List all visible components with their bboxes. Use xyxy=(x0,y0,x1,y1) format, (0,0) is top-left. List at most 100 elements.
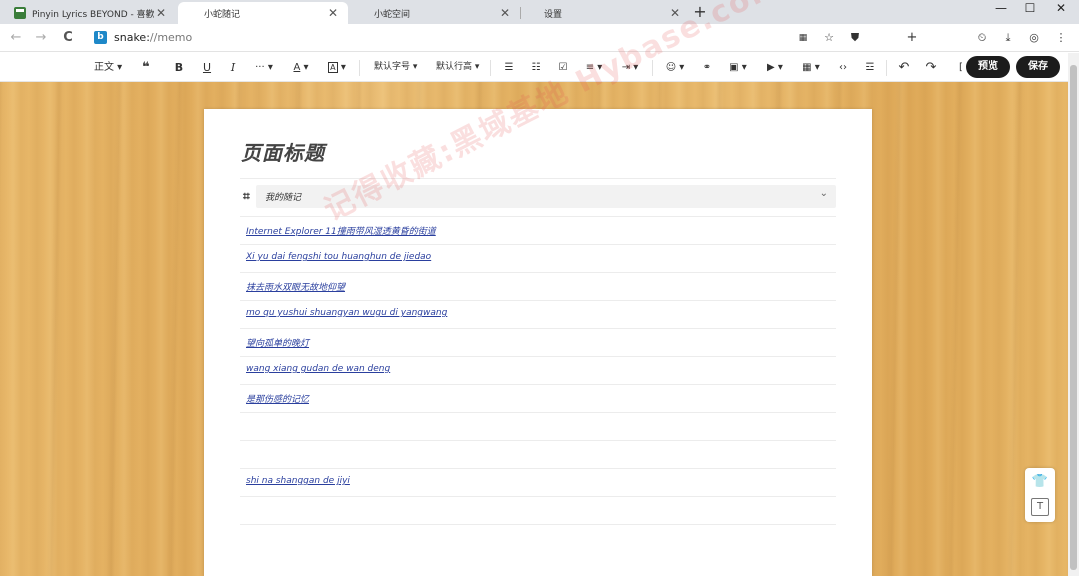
tab-settings[interactable]: 设置 ✕ xyxy=(522,2,690,24)
lyric-line[interactable]: 抹去雨水双眼无故地仰望 xyxy=(246,280,345,293)
lyric-line[interactable]: 望向孤单的晚灯 xyxy=(246,336,309,349)
fullscreen-icon[interactable]: [ xyxy=(957,59,965,76)
toolbar-divider xyxy=(886,60,887,76)
bold-button[interactable]: B xyxy=(172,59,186,76)
bookmark-star-icon[interactable]: ☆ xyxy=(820,29,838,47)
tab-title: 设置 xyxy=(544,9,563,20)
bullet-list-icon[interactable]: ☰ xyxy=(502,59,516,76)
lyric-line[interactable]: Internet Explorer 11撞雨带风湿透黄昏的街道 xyxy=(246,224,436,237)
theme-shirt-icon[interactable]: 👕 xyxy=(1031,473,1049,491)
scrollbar-thumb[interactable] xyxy=(1070,65,1077,570)
tab-snake-space[interactable]: 小蛇空间 ✕ xyxy=(350,2,520,24)
row-divider xyxy=(240,328,836,329)
qr-code-icon[interactable]: ▦ xyxy=(794,29,812,47)
row-divider xyxy=(240,496,836,497)
toolbar-divider xyxy=(652,60,653,76)
download-icon[interactable]: ⤓ xyxy=(999,29,1017,47)
paragraph-style-label: 正文 xyxy=(94,62,114,73)
window-minimize-button[interactable]: — xyxy=(985,0,1017,18)
site-favicon-icon xyxy=(14,7,26,19)
checklist-icon[interactable]: ☑ xyxy=(556,59,570,76)
text-mode-icon[interactable]: T xyxy=(1031,498,1049,516)
background-color-dropdown[interactable]: A ▾ xyxy=(326,59,348,76)
more-format-label: ··· xyxy=(255,62,265,73)
title-underline xyxy=(240,178,836,179)
tab-close-icon[interactable]: ✕ xyxy=(498,6,512,20)
line-height-label: 默认行高 xyxy=(436,62,473,72)
row-divider xyxy=(240,356,836,357)
video-dropdown-icon[interactable]: ▶ ▾ xyxy=(764,59,786,76)
menu-dots-icon[interactable]: ⋮ xyxy=(1052,29,1070,47)
link-icon[interactable]: ⚭ xyxy=(700,59,714,76)
hash-icon: ⌗ xyxy=(243,189,250,203)
tab-title: Pinyin Lyrics BEYOND - 喜歡... xyxy=(32,9,154,20)
line-height-dropdown[interactable]: 默认行高 ▾ xyxy=(436,59,479,76)
emoji-dropdown-icon[interactable]: ☺ ▾ xyxy=(664,59,686,76)
quote-icon[interactable]: ❝ xyxy=(138,59,154,76)
browser-tab-strip: Pinyin Lyrics BEYOND - 喜歡... ✕ 小蛇随记 ✕ 小蛇… xyxy=(0,0,1079,24)
tab-title: 小蛇空间 xyxy=(374,9,411,20)
font-color-dropdown[interactable]: A ▾ xyxy=(290,59,312,76)
lyric-line[interactable]: mo qu yushui shuangyan wugu di yangwang xyxy=(246,308,447,318)
image-dropdown-icon[interactable]: ▣ ▾ xyxy=(727,59,749,76)
align-dropdown-icon[interactable]: ≡ ▾ xyxy=(583,59,605,76)
page-title[interactable]: 页面标题 xyxy=(241,137,325,166)
row-divider xyxy=(240,524,836,525)
preview-button[interactable]: 预览 xyxy=(966,56,1010,78)
editor-toolbar: 正文 ▾ ❝ B U I ··· ▾ A ▾ A ▾ 默认字号 ▾ 默认行高 ▾… xyxy=(0,53,1068,82)
more-format-dropdown[interactable]: ··· ▾ xyxy=(252,59,276,76)
back-arrow-icon[interactable]: ← xyxy=(6,29,26,47)
italic-button[interactable]: I xyxy=(226,59,240,76)
row-divider xyxy=(240,440,836,441)
row-divider xyxy=(240,468,836,469)
category-select[interactable]: 我的随记 ⌄ xyxy=(256,185,836,208)
page-scrollbar[interactable] xyxy=(1068,53,1079,576)
lyric-line[interactable]: shi na shanggan de jiyi xyxy=(246,476,350,486)
row-divider xyxy=(240,272,836,273)
tab-separator xyxy=(520,7,521,19)
lyric-line[interactable]: wang xiang gudan de wan deng xyxy=(246,364,390,374)
undo-icon[interactable]: ↶ xyxy=(897,59,911,76)
window-maximize-button[interactable]: ☐ xyxy=(1014,0,1046,18)
account-icon[interactable]: ◎ xyxy=(1025,29,1043,47)
divider-line-icon[interactable]: ☲ xyxy=(863,59,877,76)
font-size-label: 默认字号 xyxy=(374,62,411,72)
font-color-icon: A xyxy=(293,62,301,73)
lyric-line[interactable]: 是那伤感的记忆 xyxy=(246,392,309,405)
window-close-button[interactable]: ✕ xyxy=(1045,0,1077,18)
forward-arrow-icon[interactable]: → xyxy=(31,29,51,47)
editor-paper: 页面标题 ⌗ 我的随记 ⌄ Internet Explorer 11撞雨带风湿透… xyxy=(204,109,872,576)
site-logo-icon: b xyxy=(94,31,107,44)
url-path: //memo xyxy=(149,31,193,44)
row-divider xyxy=(240,384,836,385)
tab-pinyin-lyrics[interactable]: Pinyin Lyrics BEYOND - 喜歡... ✕ xyxy=(6,2,176,24)
tab-close-icon[interactable]: ✕ xyxy=(668,6,682,20)
shield-icon[interactable]: ⛊ xyxy=(846,29,864,47)
row-divider xyxy=(240,244,836,245)
category-value: 我的随记 xyxy=(265,193,302,203)
font-size-dropdown[interactable]: 默认字号 ▾ xyxy=(374,59,417,76)
tab-snake-memo[interactable]: 小蛇随记 ✕ xyxy=(178,2,348,24)
lyric-line[interactable]: Xi yu dai fengshi tou huanghun de jiedao xyxy=(246,252,431,262)
address-bar: ← → C b snake://memo ▦ ☆ ⛊ + ⏲ ⤓ ◎ ⋮ xyxy=(0,24,1079,52)
paragraph-style-dropdown[interactable]: 正文 ▾ xyxy=(94,59,122,76)
indent-dropdown-icon[interactable]: ⇥ ▾ xyxy=(619,59,641,76)
tab-close-icon[interactable]: ✕ xyxy=(326,6,340,20)
reload-icon[interactable]: C xyxy=(58,29,78,47)
code-icon[interactable]: ‹› xyxy=(836,59,850,76)
underline-button[interactable]: U xyxy=(200,59,214,76)
add-extension-icon[interactable]: + xyxy=(903,29,921,47)
redo-icon[interactable]: ↷ xyxy=(924,59,938,76)
floating-tool-panel: 👕 T xyxy=(1025,468,1055,522)
toolbar-divider xyxy=(490,60,491,76)
toolbar-divider xyxy=(359,60,360,76)
chevron-down-icon: ⌄ xyxy=(819,188,828,199)
numbered-list-icon[interactable]: ☷ xyxy=(529,59,543,76)
tab-close-icon[interactable]: ✕ xyxy=(154,6,168,20)
history-icon[interactable]: ⏲ xyxy=(973,29,991,47)
url-field[interactable]: snake://memo xyxy=(114,31,192,44)
table-dropdown-icon[interactable]: ▦ ▾ xyxy=(800,59,822,76)
save-button[interactable]: 保存 xyxy=(1016,56,1060,78)
row-divider xyxy=(240,300,836,301)
new-tab-button[interactable]: + xyxy=(690,3,710,23)
